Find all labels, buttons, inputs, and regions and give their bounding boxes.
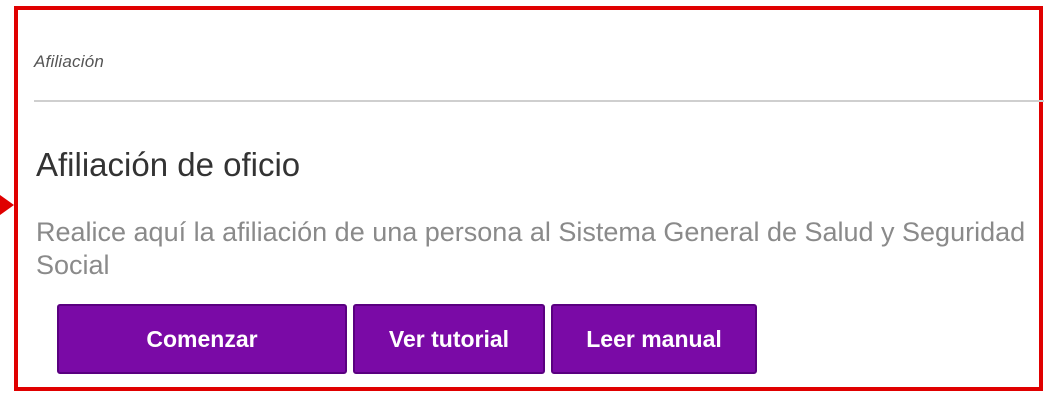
affiliation-panel: Afiliación Afiliación de oficio Realice …	[14, 6, 1044, 391]
start-button[interactable]: Comenzar	[57, 304, 347, 374]
breadcrumb: Afiliación	[34, 52, 105, 71]
arrow-right-icon	[0, 195, 14, 215]
page-title: Afiliación de oficio	[36, 146, 301, 183]
screenshot-stage: Afiliación Afiliación de oficio Realice …	[0, 0, 1061, 399]
divider	[34, 100, 1044, 102]
view-tutorial-button[interactable]: Ver tutorial	[353, 304, 545, 374]
read-manual-button[interactable]: Leer manual	[551, 304, 757, 374]
page-description: Realice aquí la afiliación de una person…	[36, 217, 1026, 280]
